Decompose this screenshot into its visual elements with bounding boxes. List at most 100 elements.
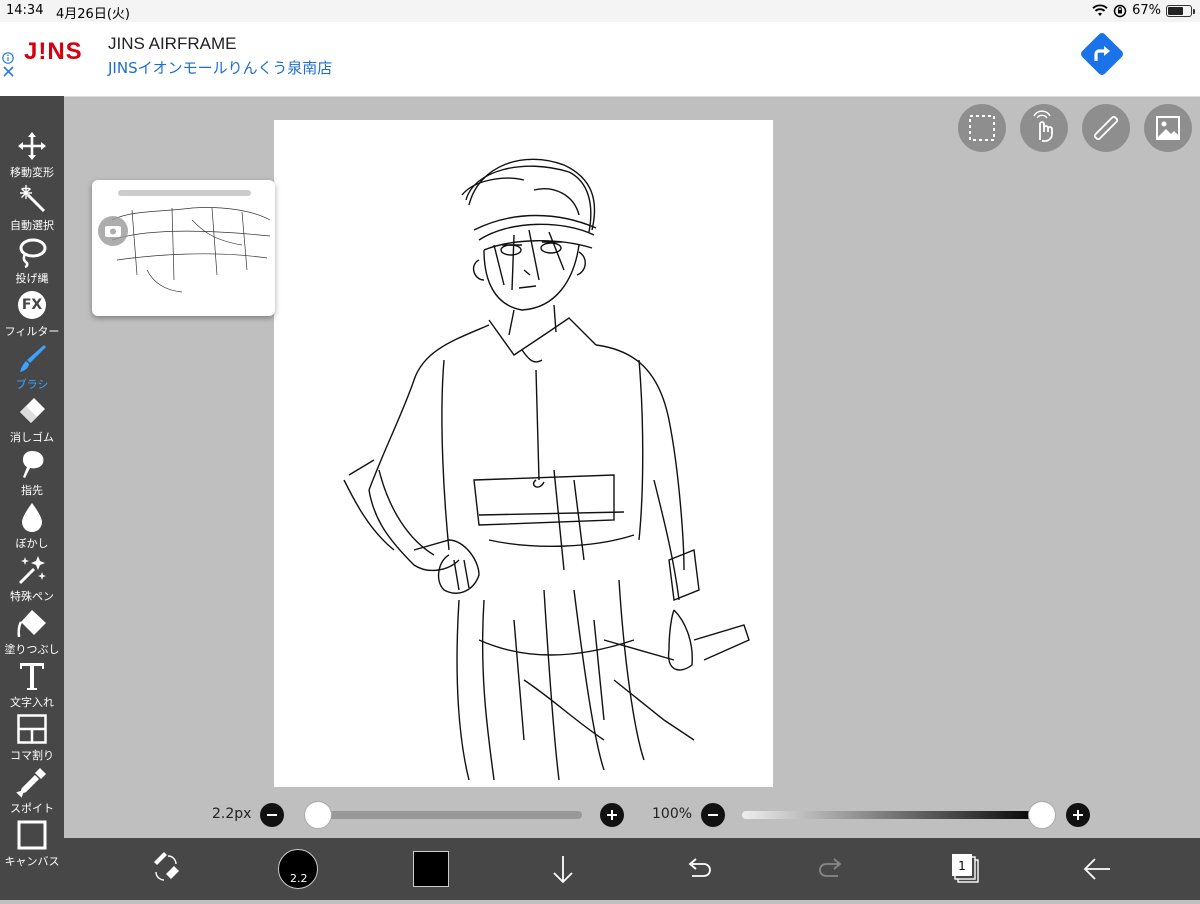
brush-icon — [20, 345, 46, 372]
tool-label: 塗りつぶし — [4, 643, 60, 656]
ad-banner[interactable]: J!NS JINS AIRFRAME JINSイオンモールりんくう泉南店 — [0, 22, 1200, 97]
eyedropper-icon — [16, 768, 46, 798]
tool-label: 文字入れ — [10, 696, 54, 709]
color-swatch-button[interactable] — [412, 838, 450, 900]
drawing-canvas[interactable] — [274, 120, 773, 787]
dotted-selection-icon — [969, 115, 995, 141]
undo-button[interactable] — [682, 838, 714, 900]
eraser-icon — [20, 398, 45, 423]
brush-size-preview-button[interactable]: 2.2 — [276, 838, 320, 900]
close-icon[interactable] — [3, 66, 14, 77]
material-button[interactable] — [1144, 104, 1192, 152]
tool-fill[interactable]: 塗りつぶし — [0, 607, 64, 659]
frame-divider-icon — [17, 714, 47, 744]
tool-eyedropper[interactable]: スポイト — [0, 766, 64, 818]
image-icon — [1156, 116, 1180, 140]
brush-size-track[interactable] — [304, 811, 582, 819]
status-date: 4月26日(火) — [56, 7, 130, 22]
status-time: 14:34 — [6, 3, 44, 18]
battery-percent: 67% — [1132, 3, 1161, 18]
opacity-thumb[interactable] — [1028, 801, 1056, 829]
camera-icon[interactable] — [98, 216, 128, 246]
tool-blur[interactable]: ぼかし — [0, 501, 64, 553]
magic-wand-icon — [20, 185, 46, 213]
opacity-label: 100% — [652, 806, 693, 822]
arrow-down-icon — [553, 856, 573, 884]
tool-label: ブラシ — [15, 378, 49, 391]
tool-move[interactable]: 移動変形 — [0, 130, 64, 182]
blur-drop-icon — [22, 503, 42, 532]
tool-frame-divider[interactable]: コマ割り — [0, 713, 64, 765]
color-swatch — [413, 851, 449, 887]
tool-special-pen[interactable]: 特殊ペン — [0, 554, 64, 606]
fill-bucket-icon — [17, 610, 46, 638]
tool-smudge[interactable]: 指先 — [0, 448, 64, 500]
opacity-increase-button[interactable] — [1066, 803, 1090, 827]
brush-size-row: 2.2px — [212, 800, 632, 829]
move-icon — [18, 132, 46, 160]
tool-text[interactable]: 文字入れ — [0, 660, 64, 712]
tool-magic-wand[interactable]: 自動選択 — [0, 183, 64, 235]
canvas-icon — [17, 820, 47, 850]
bottom-toolbar: 2.2 1 — [64, 838, 1200, 900]
layer-count: 1 — [958, 859, 966, 873]
sketch-artwork — [343, 158, 750, 781]
plus-icon — [1073, 810, 1083, 820]
tool-label: フィルター — [4, 325, 60, 338]
opacity-decrease-button[interactable] — [701, 803, 725, 827]
hand-touch-icon — [1033, 110, 1053, 142]
redo-button[interactable] — [816, 838, 848, 900]
status-right: 67% — [1092, 3, 1195, 18]
tool-canvas[interactable]: キャンバス — [0, 819, 64, 871]
tool-label: 特殊ペン — [10, 590, 54, 603]
tool-label: コマ割り — [10, 749, 54, 762]
brush-size-label: 2.2px — [212, 806, 252, 822]
layers-button[interactable]: 1 — [948, 838, 982, 900]
orientation-lock-icon — [1113, 4, 1127, 17]
minus-icon — [267, 814, 277, 816]
touch-button[interactable] — [1020, 104, 1068, 152]
download-button[interactable] — [548, 838, 578, 900]
pen-eraser-swap-icon — [154, 852, 179, 881]
tool-eraser[interactable]: 消しゴム — [0, 395, 64, 447]
navigator-window[interactable] — [92, 180, 275, 316]
tool-lasso[interactable]: 投げ縄 — [0, 236, 64, 288]
directions-icon[interactable] — [1076, 28, 1128, 80]
wifi-icon — [1092, 4, 1108, 16]
arrow-left-icon — [1083, 858, 1110, 880]
tool-label: スポイト — [10, 802, 54, 815]
brush-size-thumb[interactable] — [304, 801, 332, 829]
opacity-track[interactable] — [742, 811, 1042, 819]
brush-size-decrease-button[interactable] — [260, 803, 284, 827]
opacity-row: 100% — [652, 800, 1092, 829]
ruler-button[interactable] — [1082, 104, 1130, 152]
tool-filter[interactable]: FX フィルター — [0, 289, 64, 341]
smudge-icon — [22, 451, 44, 478]
ad-subtitle[interactable]: JINSイオンモールりんくう泉南店 — [108, 57, 332, 78]
brush-size-badge: 2.2 — [290, 872, 308, 885]
redo-icon — [819, 858, 842, 877]
undo-icon — [688, 858, 711, 877]
tool-label: 移動変形 — [10, 166, 54, 179]
status-bar: 14:34 4月26日(火) 67% — [0, 0, 1200, 22]
ruler-icon — [1093, 115, 1119, 141]
brush-size-increase-button[interactable] — [600, 803, 624, 827]
lasso-icon — [19, 238, 47, 268]
tool-brush[interactable]: ブラシ — [0, 342, 64, 394]
plus-icon — [607, 810, 617, 820]
pen-eraser-toggle-button[interactable] — [148, 838, 184, 900]
special-pen-icon — [18, 556, 46, 585]
tool-label: 消しゴム — [10, 431, 54, 444]
selection-button[interactable] — [958, 104, 1006, 152]
info-icon[interactable] — [2, 52, 14, 64]
tool-label: 指先 — [21, 484, 43, 497]
back-button[interactable] — [1080, 838, 1114, 900]
ad-logo[interactable]: J!NS — [24, 38, 83, 66]
tool-label: キャンバス — [4, 855, 60, 868]
tool-label: ぼかし — [15, 537, 49, 550]
ad-title[interactable]: JINS AIRFRAME — [108, 34, 236, 54]
minus-icon — [708, 814, 718, 816]
tool-label: 投げ縄 — [15, 272, 49, 285]
fx-label: FX — [21, 297, 43, 313]
battery-icon — [1166, 4, 1195, 17]
